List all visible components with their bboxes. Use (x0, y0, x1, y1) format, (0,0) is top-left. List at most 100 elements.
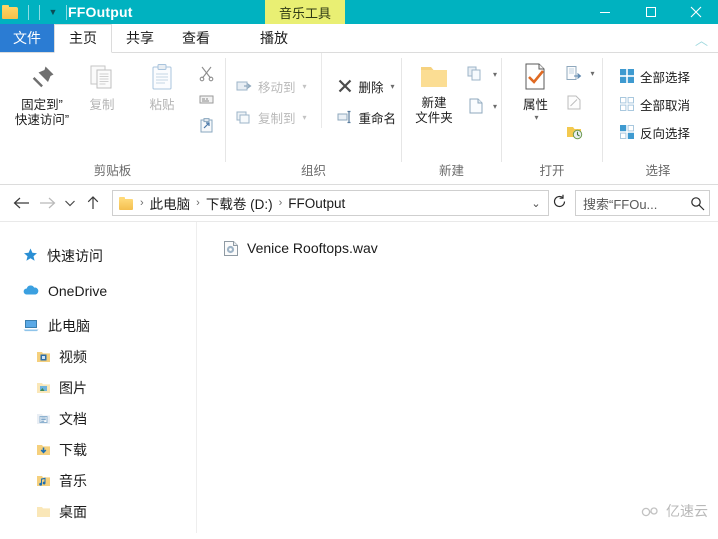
copy-button[interactable]: 复制 (72, 53, 132, 113)
edit-button[interactable] (561, 91, 598, 113)
desktop-folder-icon (36, 505, 51, 519)
open-with-button[interactable]: ▾ (561, 62, 598, 84)
sidebar-item-this-pc[interactable]: 此电脑 (0, 310, 196, 341)
paste-button[interactable]: 粘贴 (132, 53, 192, 113)
address-dropdown-chevron-down-icon[interactable]: ⌄ (528, 197, 544, 210)
title-bar: ▼ FFOutput 音乐工具 (0, 0, 718, 24)
copy-path-button[interactable] (194, 88, 219, 110)
address-bar-row: › 此电脑 › 下载卷 (D:) › FFOutput ⌄ 搜索“FFOu... (0, 185, 718, 222)
address-breadcrumb-bar[interactable]: › 此电脑 › 下载卷 (D:) › FFOutput ⌄ (112, 190, 549, 216)
breadcrumb-separator: › (278, 197, 283, 209)
new-folder-button[interactable]: 新建 文件夹 (406, 53, 462, 126)
refresh-button[interactable] (549, 194, 569, 212)
recent-locations-button[interactable] (60, 190, 80, 216)
pin-to-quick-access-label: 固定到” 快速访问” (14, 98, 70, 127)
sidebar-item-music[interactable]: 音乐 (0, 465, 196, 496)
tab-view[interactable]: 查看 (168, 25, 224, 52)
copy-to-button[interactable]: 复制到 ▾ (231, 106, 311, 128)
paste-shortcut-button[interactable] (194, 114, 219, 136)
invert-selection-button[interactable]: 反向选择 (615, 121, 694, 143)
tab-share[interactable]: 共享 (112, 25, 168, 52)
tab-file[interactable]: 文件 (0, 24, 54, 52)
breadcrumb-separator: › (196, 197, 200, 209)
window-controls (582, 0, 718, 24)
collapse-ribbon-chevron-up-icon[interactable]: ︿ (695, 30, 708, 49)
rename-button[interactable]: 重命名 (332, 106, 401, 128)
delete-button[interactable]: 删除 ▾ (332, 75, 401, 97)
file-name: Venice Rooftops.wav (247, 240, 378, 256)
list-item[interactable]: Venice Rooftops.wav (197, 236, 718, 260)
breadcrumb-item-this-pc[interactable]: 此电脑 (147, 193, 194, 213)
file-list-pane[interactable]: Venice Rooftops.wav 亿速云 (196, 222, 718, 533)
watermark: 亿速云 (640, 501, 708, 521)
chevron-down-icon[interactable]: ▾ (493, 102, 497, 111)
forward-button[interactable] (34, 190, 60, 216)
sidebar-item-label: 音乐 (59, 472, 87, 489)
select-all-label: 全部选择 (640, 70, 691, 85)
sidebar-item-quick-access[interactable]: 快速访问 (0, 240, 196, 271)
easy-access-button[interactable]: ▾ (462, 95, 501, 117)
select-none-label: 全部取消 (640, 98, 691, 113)
sidebar-item-label: 此电脑 (48, 317, 90, 334)
search-box[interactable]: 搜索“FFOu... (575, 190, 710, 216)
search-icon[interactable] (690, 196, 705, 211)
sidebar-item-label: OneDrive (48, 282, 108, 299)
rename-label: 重命名 (358, 111, 397, 126)
chevron-down-icon[interactable]: ▾ (493, 70, 497, 79)
minimize-button[interactable] (582, 0, 628, 24)
divider (39, 4, 40, 20)
sidebar-item-label: 下载 (59, 441, 87, 458)
properties-label: 属性 (522, 98, 548, 112)
ribbon-group-clipboard: 固定到” 快速访问” 复制 粘贴 剪贴板 (0, 53, 225, 184)
chevron-down-icon[interactable]: ▾ (590, 69, 594, 78)
sidebar-item-videos[interactable]: 视频 (0, 341, 196, 372)
new-item-icon (466, 65, 486, 83)
properties-button[interactable]: 属性 ▾ (509, 53, 561, 122)
sidebar-item-downloads[interactable]: 下载 (0, 434, 196, 465)
back-button[interactable] (8, 190, 34, 216)
ribbon-group-clipboard-label: 剪贴板 (93, 164, 132, 178)
maximize-button[interactable] (628, 0, 674, 24)
close-button[interactable] (674, 0, 718, 24)
breadcrumb-item-drive[interactable]: 下载卷 (D:) (203, 193, 276, 213)
tab-file-label: 文件 (13, 30, 41, 46)
sidebar-item-pictures[interactable]: 图片 (0, 372, 196, 403)
tab-play[interactable]: 播放 (246, 25, 302, 52)
history-button[interactable] (561, 120, 598, 142)
select-none-icon (619, 96, 635, 112)
tab-home[interactable]: 主页 (54, 24, 112, 53)
chevron-down-icon[interactable]: ▾ (391, 82, 395, 91)
up-button[interactable] (80, 190, 106, 216)
move-to-label: 移动到 (257, 80, 296, 95)
sidebar-item-onedrive[interactable]: OneDrive (0, 275, 196, 306)
chevron-down-icon[interactable]: ▾ (302, 113, 306, 122)
breadcrumb-item-folder[interactable]: FFOutput (285, 196, 348, 211)
select-none-button[interactable]: 全部取消 (615, 93, 694, 115)
pin-to-quick-access-button[interactable]: 固定到” 快速访问” (12, 53, 72, 128)
paste-shortcut-icon (198, 117, 215, 134)
music-folder-icon (36, 474, 51, 488)
select-all-button[interactable]: 全部选择 (615, 65, 694, 87)
folder-icon (119, 196, 134, 210)
cut-button[interactable] (194, 62, 219, 84)
sidebar-item-desktop[interactable]: 桌面 (0, 496, 196, 527)
chevron-down-icon[interactable]: ▾ (302, 82, 306, 91)
sidebar-item-label: 快速访问 (47, 247, 103, 264)
new-item-button[interactable]: ▾ (462, 63, 501, 85)
downloads-folder-icon (36, 443, 51, 457)
sidebar-item-documents[interactable]: 文档 (0, 403, 196, 434)
rename-icon (336, 108, 354, 126)
delete-label: 删除 (358, 80, 384, 95)
chevron-down-icon[interactable]: ▾ (534, 113, 538, 122)
paste-label: 粘贴 (149, 98, 175, 112)
search-input[interactable]: 搜索“FFOu... (583, 194, 690, 213)
tab-share-label: 共享 (126, 30, 154, 46)
ribbon-group-new-label: 新建 (438, 164, 464, 178)
ribbon: 固定到” 快速访问” 复制 粘贴 剪贴板 移动到 ▾ 复制到 ▾ 删除 ▾ 重命… (0, 53, 718, 185)
customize-quick-access-chevron-down-icon[interactable]: ▼ (45, 4, 61, 20)
quick-access-toolbar[interactable]: ▼ (0, 0, 72, 24)
tab-view-label: 查看 (182, 30, 210, 46)
move-to-button[interactable]: 移动到 ▾ (231, 75, 311, 97)
divider (28, 4, 29, 20)
copy-icon (85, 61, 119, 95)
